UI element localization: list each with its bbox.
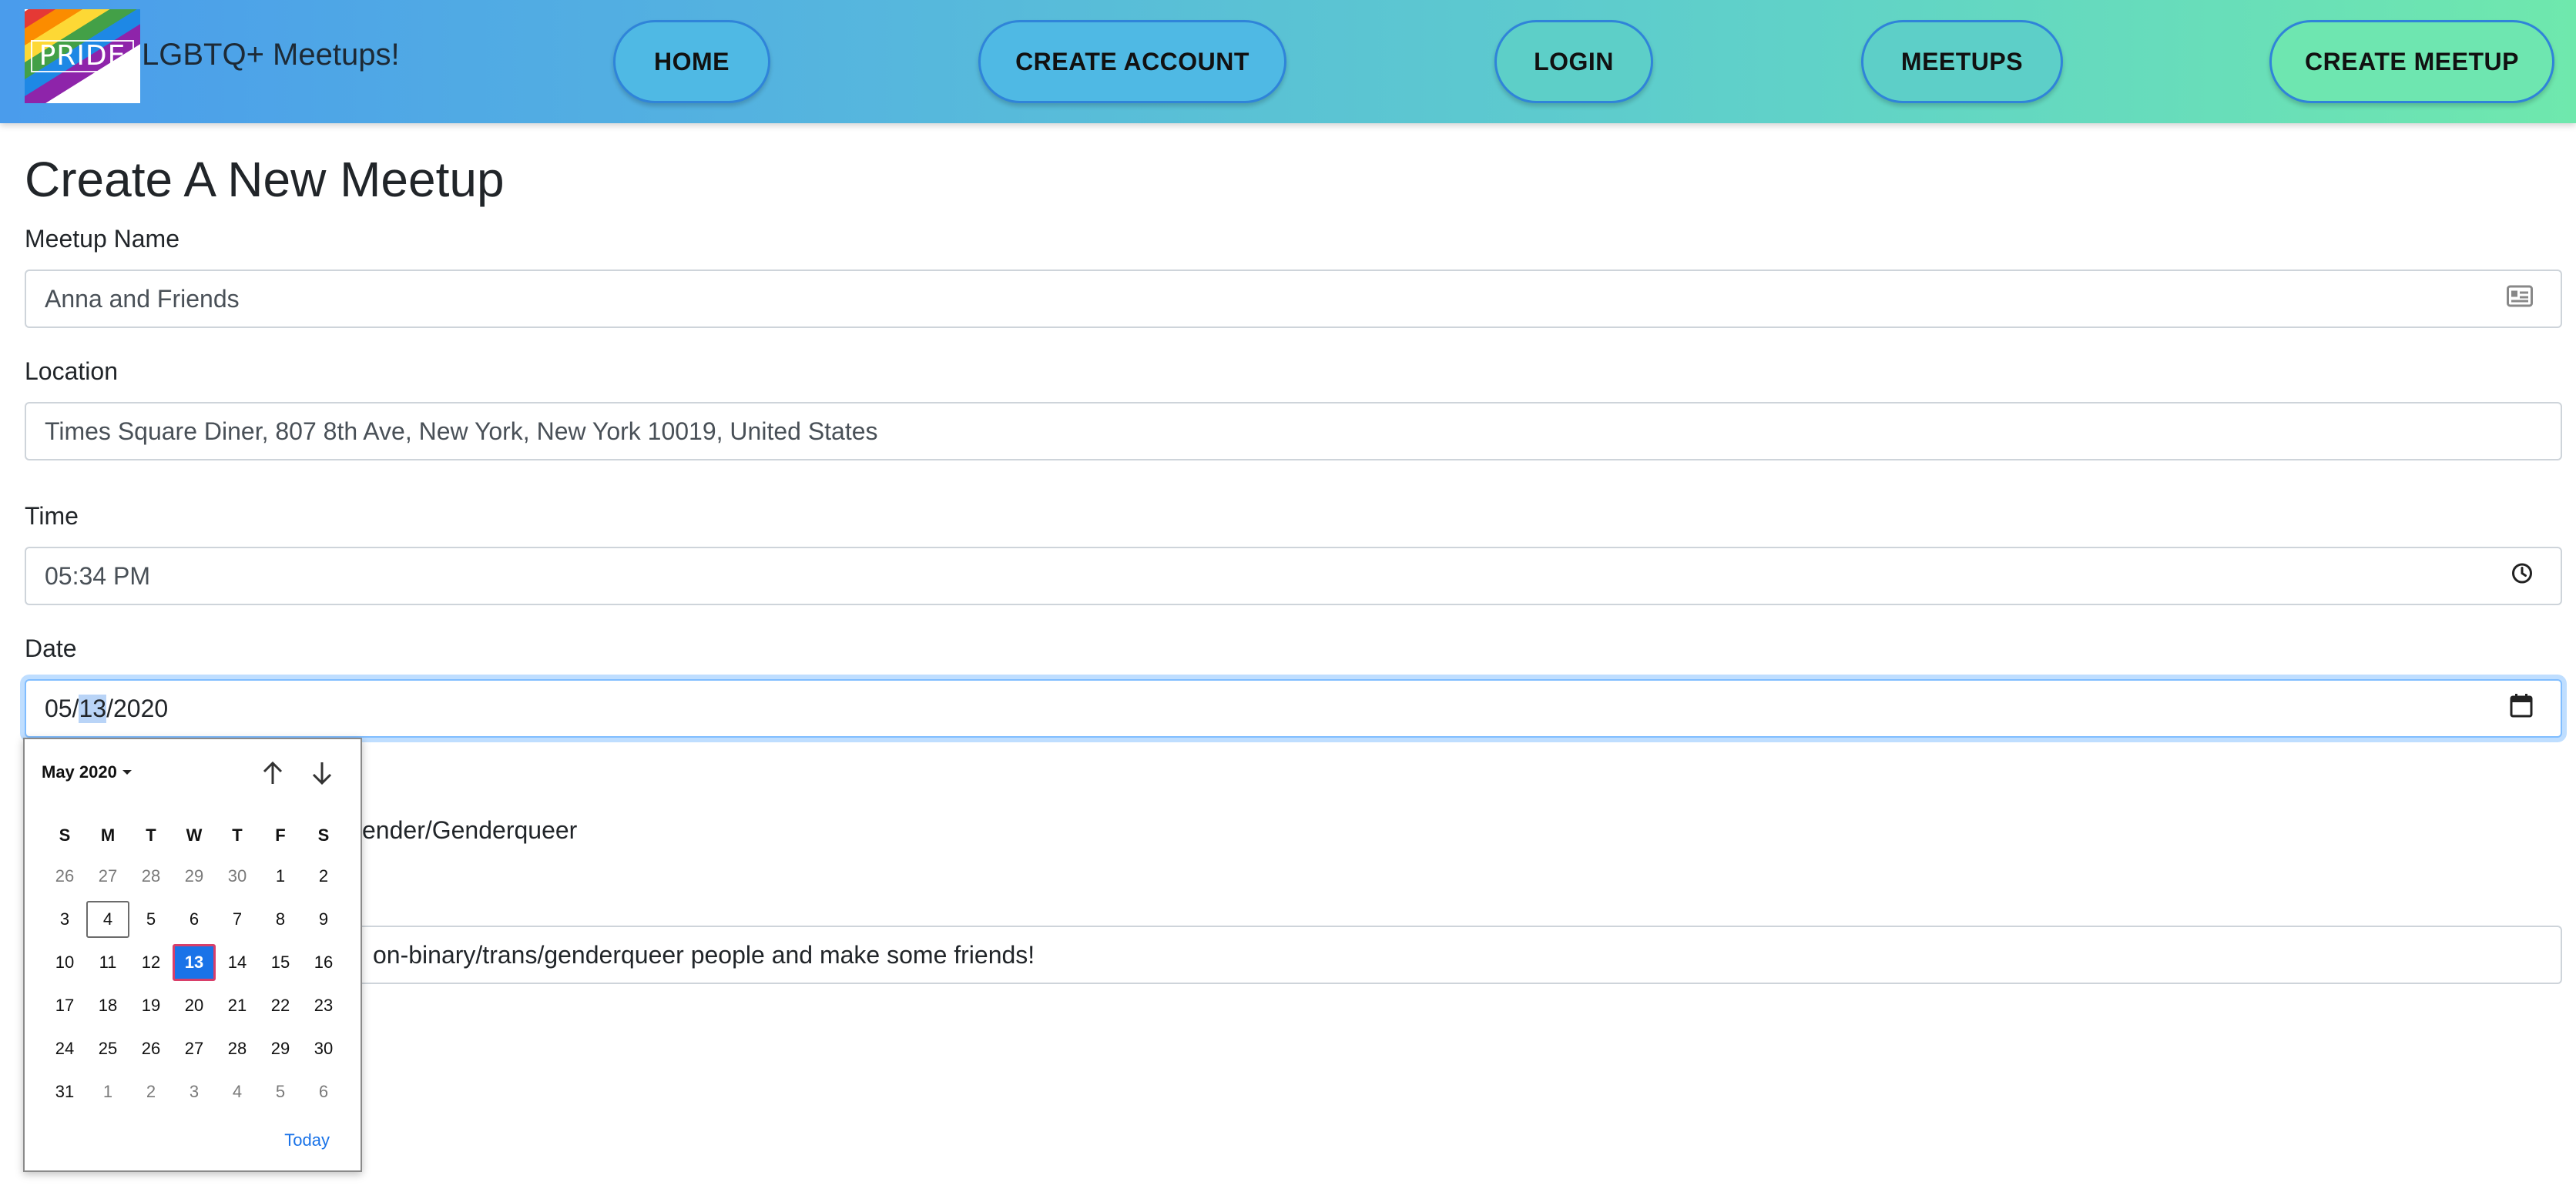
calendar-day[interactable]: 31 [43,1073,86,1110]
date-picker-popup: May 2020 S M T W T F S 26 27 28 29 30 1 2 3 4 5 6 7 8 9 10 11 1… [23,738,362,1172]
calendar-day[interactable]: 24 [43,1030,86,1067]
category-option-text[interactable]: ender/Genderqueer [362,816,577,845]
date-separator: / [72,694,79,722]
calendar-day[interactable]: 5 [259,1073,302,1110]
location-value: Times Square Diner, 807 8th Ave, New Yor… [45,417,878,445]
calendar-day[interactable]: 9 [302,901,345,938]
meetup-name-input[interactable]: Anna and Friends [25,270,2562,328]
days-of-week-header: SMTWTFS [43,816,345,855]
month-year-selector[interactable]: May 2020 [42,762,132,782]
month-year-label: May 2020 [42,762,117,782]
calendar-day[interactable]: 21 [216,987,259,1024]
calendar-day[interactable]: 20 [173,987,216,1024]
caret-down-icon [122,770,132,775]
calendar-day[interactable]: 23 [302,987,345,1024]
brand[interactable]: PRIDE LGBTQ+ Meetups! [25,9,400,103]
calendar-day[interactable]: 3 [173,1073,216,1110]
calendar-day[interactable]: 16 [302,944,345,981]
date-month[interactable]: 05 [45,695,72,723]
calendar-week-row: 3456789 [43,898,345,941]
calendar-grid: S M T W T F S 26 27 28 29 30 1 2 3 4 5 6 7 8 9 10 11 12 13 14 15 16… [43,816,345,1113]
calendar-day[interactable]: 28 [129,858,173,895]
calendar-day[interactable]: 5 [129,901,173,938]
day-of-week-label: S [59,825,71,845]
calendar-day[interactable]: 11 [86,944,129,981]
calendar-icon[interactable] [2510,693,2533,724]
calendar-day[interactable]: 17 [43,987,86,1024]
date-day[interactable]: 13 [79,694,107,723]
calendar-day[interactable]: 26 [43,858,86,895]
previous-month-up-arrow-icon[interactable] [257,758,288,789]
calendar-day[interactable]: 3 [43,901,86,938]
calendar-day[interactable]: 27 [86,858,129,895]
calendar-week-row: 24 25 26 27 28 29 30 [43,1027,345,1070]
calendar-day[interactable]: 2 [302,858,345,895]
calendar-day[interactable]: 29 [259,1030,302,1067]
calendar-week-row: 26 27 28 29 30 1 2 [43,855,345,898]
navbar: PRIDE LGBTQ+ Meetups! HOME CREATE ACCOUN… [0,0,2576,123]
time-input[interactable]: 05:34 PM [25,547,2562,605]
date-label: Date [25,635,77,662]
day-of-week-label: S [317,825,330,845]
calendar-week-row: 10 11 12 13 14 15 16 [43,941,345,984]
location-input[interactable]: Times Square Diner, 807 8th Ave, New Yor… [25,402,2562,460]
date-input[interactable]: 05/13/2020 [25,679,2562,738]
calendar-day[interactable]: 4 [216,1073,259,1110]
day-of-week-label: T [232,825,243,845]
logo-text: PRIDE [31,40,134,72]
calendar-week-row: 31 1 2 3 4 5 6 [43,1070,345,1113]
nav-create-meetup-button[interactable]: CREATE MEETUP [2269,20,2554,103]
contact-card-icon[interactable] [2507,285,2533,313]
calendar-week-row: 17 18 19 20 21 22 23 [43,984,345,1027]
calendar-day-selected[interactable]: 13 [173,944,216,981]
calendar-day[interactable]: 6 [302,1073,345,1110]
calendar-day[interactable]: 1 [86,1073,129,1110]
calendar-day[interactable]: 8 [259,901,302,938]
page-title: Create A New Meetup [25,152,505,207]
today-button[interactable]: Today [284,1130,330,1150]
calendar-day[interactable]: 30 [216,858,259,895]
time-value: 05:34 PM [45,561,150,590]
location-label: Location [25,357,118,385]
day-of-week-label: T [146,825,156,845]
pride-logo: PRIDE [25,9,140,103]
calendar-day[interactable]: 6 [173,901,216,938]
brand-title: LGBTQ+ Meetups! [142,37,400,72]
calendar-day[interactable]: 1 [259,858,302,895]
day-of-week-label: F [275,825,286,845]
calendar-day[interactable]: 30 [302,1030,345,1067]
calendar-day[interactable]: 10 [43,944,86,981]
nav-login-button[interactable]: LOGIN [1494,20,1653,103]
clock-icon[interactable] [2511,562,2533,591]
day-of-week-label: M [100,825,116,845]
day-of-week-label: W [186,825,203,845]
calendar-day[interactable]: 26 [129,1030,173,1067]
calendar-day[interactable]: 19 [129,987,173,1024]
calendar-day[interactable]: 12 [129,944,173,981]
meetup-name-value: Anna and Friends [45,284,240,313]
calendar-day-today[interactable]: 4 [86,901,129,938]
calendar-day[interactable]: 18 [86,987,129,1024]
meetup-name-label: Meetup Name [25,225,179,253]
calendar-day[interactable]: 7 [216,901,259,938]
nav-meetups-button[interactable]: MEETUPS [1861,20,2063,103]
calendar-day[interactable]: 27 [173,1030,216,1067]
date-separator: / [106,694,113,722]
calendar-day[interactable]: 14 [216,944,259,981]
nav-create-account-button[interactable]: CREATE ACCOUNT [978,20,1286,103]
calendar-day[interactable]: 15 [259,944,302,981]
date-year[interactable]: 2020 [113,695,168,723]
calendar-day[interactable]: 28 [216,1030,259,1067]
time-label: Time [25,502,79,530]
calendar-day[interactable]: 25 [86,1030,129,1067]
calendar-day[interactable]: 22 [259,987,302,1024]
description-input[interactable]: on-binary/trans/genderqueer people and m… [25,926,2562,984]
nav-home-button[interactable]: HOME [613,20,770,103]
calendar-day[interactable]: 29 [173,858,216,895]
next-month-down-arrow-icon[interactable] [307,758,337,789]
calendar-day[interactable]: 2 [129,1073,173,1110]
